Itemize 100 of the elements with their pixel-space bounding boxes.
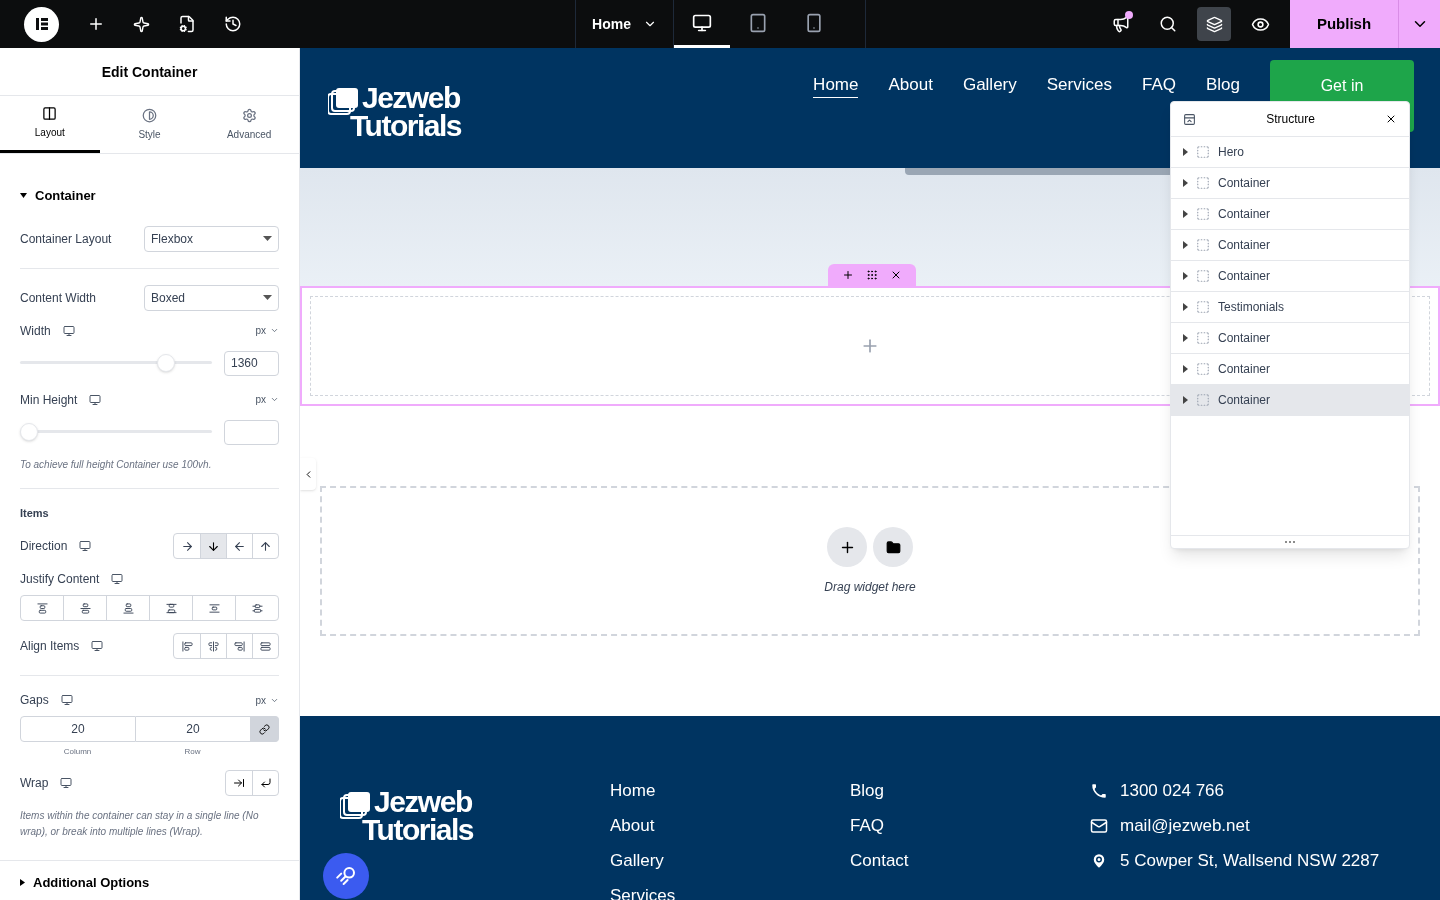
- collapse-icon[interactable]: [1183, 112, 1196, 126]
- desktop-icon[interactable]: [60, 694, 73, 706]
- footer-link[interactable]: Home: [610, 780, 850, 802]
- row-gap-field[interactable]: 20: [136, 716, 251, 742]
- control-label: Gaps: [20, 692, 49, 708]
- footer-link[interactable]: Blog: [850, 780, 1090, 802]
- panel-tab[interactable]: Layout: [0, 96, 100, 153]
- justify-icon[interactable]: [122, 602, 134, 614]
- section-header[interactable]: Container: [20, 186, 279, 206]
- select-field[interactable]: Flexbox: [144, 225, 279, 252]
- number-field[interactable]: [224, 419, 279, 445]
- history-icon[interactable]: [224, 15, 242, 33]
- close-icon[interactable]: [890, 269, 902, 281]
- structure-item[interactable]: Container: [1171, 323, 1409, 354]
- nav-link[interactable]: Gallery: [962, 76, 1017, 98]
- structure-item[interactable]: Hero: [1171, 137, 1409, 168]
- drag-handle-icon[interactable]: [866, 269, 878, 281]
- app-logo-icon[interactable]: [24, 6, 59, 42]
- nav-link[interactable]: Home: [813, 76, 859, 98]
- direction-option[interactable]: [200, 534, 226, 558]
- caret-icon: [263, 236, 272, 241]
- page-settings-icon[interactable]: [178, 15, 196, 33]
- link-icon: [259, 723, 270, 735]
- slider-track[interactable]: [20, 354, 212, 372]
- unit-selector[interactable]: px: [255, 323, 279, 338]
- wrap-icon[interactable]: [259, 777, 272, 789]
- unit-selector[interactable]: px: [255, 692, 279, 708]
- logo-icon: [340, 792, 370, 820]
- sparkle-icon[interactable]: [133, 15, 150, 33]
- logo-icon: [328, 88, 358, 116]
- justify-icon[interactable]: [208, 602, 220, 614]
- align-icon[interactable]: [260, 640, 271, 652]
- add-icon[interactable]: [842, 269, 854, 281]
- structure-button[interactable]: [1197, 7, 1231, 41]
- logo-text: Tutorials: [362, 816, 473, 844]
- number-field[interactable]: 1360: [224, 350, 279, 376]
- container-icon: [1196, 362, 1210, 376]
- desktop-icon[interactable]: [111, 573, 124, 585]
- slider-thumb[interactable]: [157, 354, 176, 372]
- expand-icon[interactable]: [1183, 303, 1188, 311]
- align-icon[interactable]: [234, 640, 245, 652]
- footer-link[interactable]: About: [610, 815, 850, 837]
- align-icon[interactable]: [208, 640, 219, 652]
- justify-icon[interactable]: [36, 602, 48, 614]
- structure-item[interactable]: Container: [1171, 168, 1409, 199]
- desktop-icon[interactable]: [91, 640, 104, 652]
- expand-icon[interactable]: [1183, 179, 1188, 187]
- control-label: Justify Content: [20, 571, 100, 587]
- panel-tab[interactable]: Advanced: [199, 96, 299, 153]
- arrow-icon: [233, 539, 246, 553]
- expand-icon[interactable]: [1183, 365, 1188, 373]
- desktop-icon[interactable]: [79, 540, 92, 552]
- expand-icon[interactable]: [1183, 272, 1188, 280]
- align-icon[interactable]: [181, 640, 193, 652]
- slider-thumb[interactable]: [20, 423, 38, 441]
- section-header[interactable]: Additional Options: [20, 873, 150, 893]
- desktop-icon[interactable]: [62, 324, 75, 337]
- slider-track[interactable]: [20, 423, 212, 441]
- nav-link[interactable]: Blog: [1205, 76, 1240, 98]
- footer-link[interactable]: FAQ: [850, 815, 1090, 837]
- structure-item[interactable]: Container: [1171, 199, 1409, 230]
- justify-icon[interactable]: [165, 602, 177, 614]
- structure-item[interactable]: Testimonials: [1171, 292, 1409, 323]
- footer-link[interactable]: Gallery: [610, 850, 850, 872]
- control-label: Width: [20, 322, 51, 339]
- structure-item[interactable]: Container: [1171, 230, 1409, 261]
- unit-selector[interactable]: px: [255, 392, 279, 407]
- search-icon[interactable]: [1159, 15, 1177, 33]
- structure-item[interactable]: Container: [1171, 385, 1409, 416]
- link-toggle[interactable]: [251, 716, 279, 742]
- nav-link[interactable]: FAQ: [1141, 76, 1176, 98]
- expand-icon[interactable]: [1183, 334, 1188, 342]
- panel-tab[interactable]: Style: [99, 96, 200, 153]
- add-icon[interactable]: [87, 15, 105, 33]
- expand-icon[interactable]: [1183, 241, 1188, 249]
- desktop-icon[interactable]: [89, 393, 102, 406]
- close-icon[interactable]: [1385, 113, 1397, 125]
- desktop-icon[interactable]: [60, 777, 73, 789]
- resize-handle-icon[interactable]: [1285, 541, 1295, 543]
- nav-link[interactable]: About: [888, 76, 933, 98]
- logo-text: Jezweb: [362, 84, 461, 112]
- template-button[interactable]: [873, 527, 913, 567]
- publish-button[interactable]: Publish: [1290, 0, 1398, 48]
- structure-item[interactable]: Container: [1171, 354, 1409, 385]
- justify-icon[interactable]: [251, 602, 263, 614]
- structure-item[interactable]: Container: [1171, 261, 1409, 292]
- expand-icon[interactable]: [1183, 210, 1188, 218]
- justify-icon[interactable]: [79, 602, 91, 614]
- expand-icon[interactable]: [1183, 148, 1188, 156]
- arrow-icon: [259, 539, 272, 553]
- expand-icon[interactable]: [1183, 396, 1188, 404]
- contact-text: mail@jezweb.net: [1120, 815, 1250, 837]
- no-wrap-icon[interactable]: [233, 777, 245, 789]
- control-label: Content Width: [20, 289, 97, 306]
- footer-link[interactable]: Contact: [850, 850, 1090, 872]
- select-field[interactable]: Boxed: [144, 284, 279, 311]
- drop-hint: Drag widget here: [824, 579, 916, 595]
- nav-link[interactable]: Services: [1046, 76, 1112, 98]
- column-gap-field[interactable]: 20: [20, 716, 136, 742]
- container-icon: [1196, 300, 1210, 314]
